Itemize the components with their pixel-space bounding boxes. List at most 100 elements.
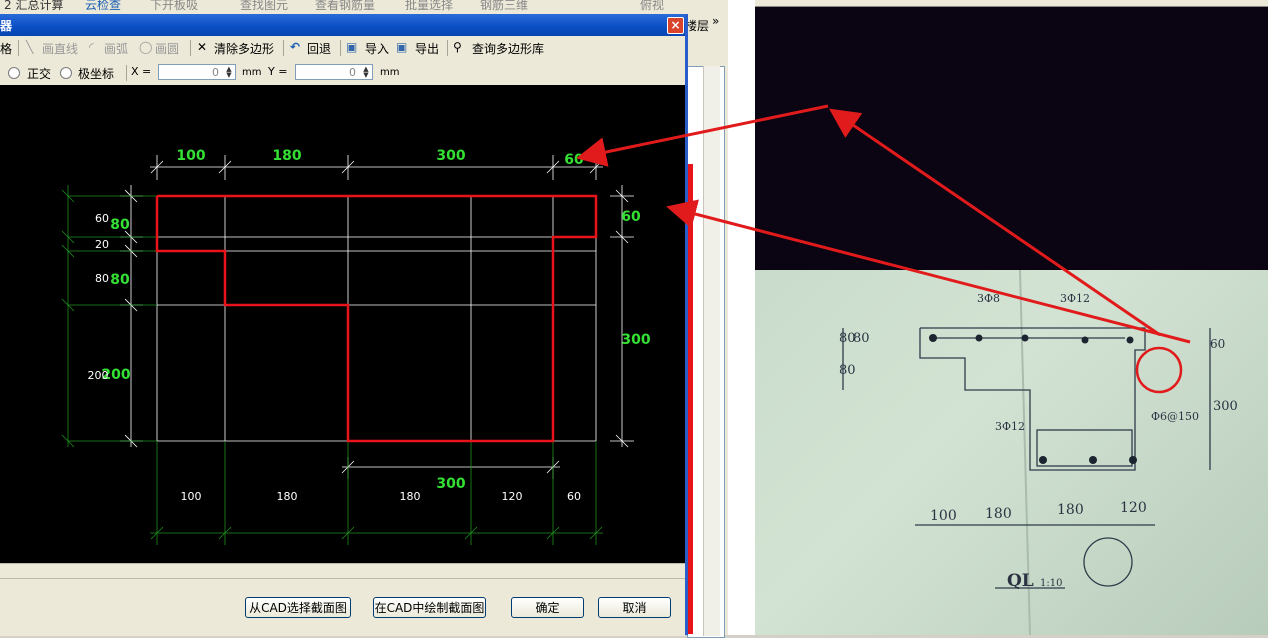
editor-toolbar: 格 ╲ 画直线 ◜ 画弧 ◯ 画圆 ✕ 清除多边形 ↶ 回退 ▣ 导入 ▣ 导出… (0, 36, 685, 61)
polar-radio[interactable] (60, 67, 72, 79)
top-dim-60: 60 (564, 152, 584, 168)
right-dim-60: 60 (621, 209, 641, 225)
y-label: Y = (268, 65, 288, 78)
photo-label-scale: 1:10 (1040, 578, 1062, 589)
x-spinner[interactable]: ▲ ▼ (224, 66, 234, 79)
grid-button[interactable]: 格 (0, 40, 12, 57)
photo-label-3phi12-top: 3Φ12 (1060, 292, 1090, 305)
y-input[interactable]: 0 ▲ ▼ (295, 64, 373, 80)
bottom-dim-120: 120 (502, 490, 523, 503)
clear-polygon-button[interactable]: 清除多边形 (214, 40, 274, 57)
search-icon: ⚲ (453, 40, 462, 54)
import-icon: ▣ (346, 40, 358, 54)
coordinate-bar: 正交 极坐标 X = 0 ▲ ▼ mm Y = 0 ▲ ▼ mm (0, 60, 685, 85)
divider (0, 578, 685, 579)
view-rebar-button[interactable]: 查看钢筋量 (315, 0, 375, 13)
chevron-icon[interactable]: » (712, 14, 719, 28)
x-value: 0 (212, 66, 219, 79)
reference-pane-header (755, 0, 1268, 7)
left-dim-60: 60 (95, 212, 109, 225)
drawing-canvas[interactable]: 100 180 300 60 300 60 300 80 80 200 60 2… (0, 85, 685, 563)
ortho-label: 正交 (27, 67, 52, 81)
circle-icon: ◯ (139, 40, 153, 54)
batch-select-button[interactable]: 批量选择 (405, 0, 453, 13)
photo-label-100: 100 (930, 508, 957, 524)
photo-label-3phi12-bottom: 3Φ12 (995, 420, 1025, 433)
x-icon: ✕ (197, 40, 208, 54)
photo-label-ql: QL (1007, 571, 1034, 591)
photo-label-60: 60 (1210, 337, 1225, 351)
select-from-cad-button[interactable]: 从CAD选择截面图 (245, 597, 351, 618)
cancel-button[interactable]: 取消 (598, 597, 671, 618)
photo-label-120: 120 (1120, 500, 1147, 516)
bottom-mid-dim: 300 (436, 476, 465, 492)
photo-label-80-b: 80 (853, 331, 870, 346)
left-dim-80: 80 (95, 272, 109, 285)
ortho-radio[interactable] (8, 67, 20, 79)
bottom-dim-100: 100 (181, 490, 202, 503)
bottom-dim-60: 60 (567, 490, 581, 503)
highlight-circle (1135, 346, 1183, 394)
photo-label-180-b: 180 (1057, 502, 1084, 518)
photo-label-3phi8: 3Φ8 (977, 292, 1000, 305)
photo-label-180-a: 180 (985, 506, 1012, 522)
dialog-title: 器 (0, 19, 13, 33)
find-element-button[interactable]: 查找图元 (240, 0, 288, 13)
query-library-button[interactable]: 查询多边形库 (472, 40, 544, 57)
ok-button[interactable]: 确定 (511, 597, 584, 618)
floor-label: 楼层 (685, 19, 710, 33)
side-scrollbar[interactable] (703, 66, 720, 636)
bottom-dim-180-b: 180 (400, 490, 421, 503)
window-gap (728, 0, 755, 635)
right-dim-300: 300 (621, 332, 650, 348)
top-dim-100: 100 (176, 148, 205, 164)
export-icon: ▣ (396, 40, 408, 54)
dialog-titlebar: 器 × (0, 14, 685, 36)
section-outline[interactable] (155, 194, 598, 443)
line-icon: ╲ (26, 40, 34, 54)
toolbar-item-3[interactable]: 下开板吸 (150, 0, 198, 13)
y-value: 0 (349, 66, 356, 79)
app-toolbar-strip: 2 汇总计算 云检查 下开板吸 查找图元 查看钢筋量 批量选择 钢筋三维 俯视 (0, 0, 728, 15)
arc-icon: ◜ (89, 40, 94, 54)
undo-button[interactable]: 回退 (307, 40, 331, 57)
photo-label-300: 300 (1213, 399, 1238, 414)
polar-label: 极坐标 (78, 67, 115, 81)
left-dim-20: 20 (95, 238, 109, 251)
left-green-80-b: 80 (110, 272, 130, 288)
x-label: X = (131, 65, 152, 78)
draw-arc-button[interactable]: 画弧 (104, 40, 128, 57)
photo-label-stirrup: Φ6@150 (1151, 410, 1199, 423)
y-spinner[interactable]: ▲ ▼ (361, 66, 371, 79)
summary-calc-button[interactable]: 2 汇总计算 (4, 0, 63, 13)
drawing-photo: 3Φ8 3Φ12 3Φ12 Φ6@150 80 80 80 60 300 100… (755, 270, 1268, 635)
import-button[interactable]: 导入 (365, 40, 389, 57)
y-unit: mm (380, 67, 400, 78)
x-unit: mm (242, 67, 262, 78)
dialog-border-right (685, 14, 688, 635)
left-dim-200: 200 (88, 369, 109, 382)
photo-sketch: 3Φ8 3Φ12 3Φ12 Φ6@150 80 80 80 60 300 100… (839, 270, 1238, 635)
draw-circle-button[interactable]: 画圆 (155, 40, 179, 57)
toolbar-separator (340, 40, 341, 56)
toolbar-separator (447, 40, 448, 56)
export-button[interactable]: 导出 (415, 40, 439, 57)
draw-line-button[interactable]: 画直线 (42, 40, 78, 57)
grid-lines (120, 155, 634, 479)
toolbar-separator (190, 40, 191, 56)
top-dim-300: 300 (436, 148, 465, 164)
close-icon[interactable]: × (667, 17, 684, 34)
section-drawing[interactable]: 100 180 300 60 300 60 300 80 80 200 60 2… (0, 85, 685, 563)
top-dim-180: 180 (272, 148, 301, 164)
cloud-check-button[interactable]: 云检查 (85, 0, 121, 13)
rebar-dots (929, 334, 1137, 464)
rebar-3d-button[interactable]: 钢筋三维 (480, 0, 528, 13)
x-input[interactable]: 0 ▲ ▼ (158, 64, 236, 80)
top-view-button[interactable]: 俯视 (640, 0, 664, 13)
bottom-dim-180-a: 180 (277, 490, 298, 503)
toolbar-separator (18, 40, 19, 56)
draw-in-cad-button[interactable]: 在CAD中绘制截面图 (373, 597, 486, 618)
polygon-editor-dialog: 器 × 格 ╲ 画直线 ◜ 画弧 ◯ 画圆 ✕ 清除多边形 ↶ 回退 ▣ 导入 … (0, 14, 685, 636)
app-side-edge: 楼层 » (685, 14, 728, 638)
toolbar-separator (283, 40, 284, 56)
